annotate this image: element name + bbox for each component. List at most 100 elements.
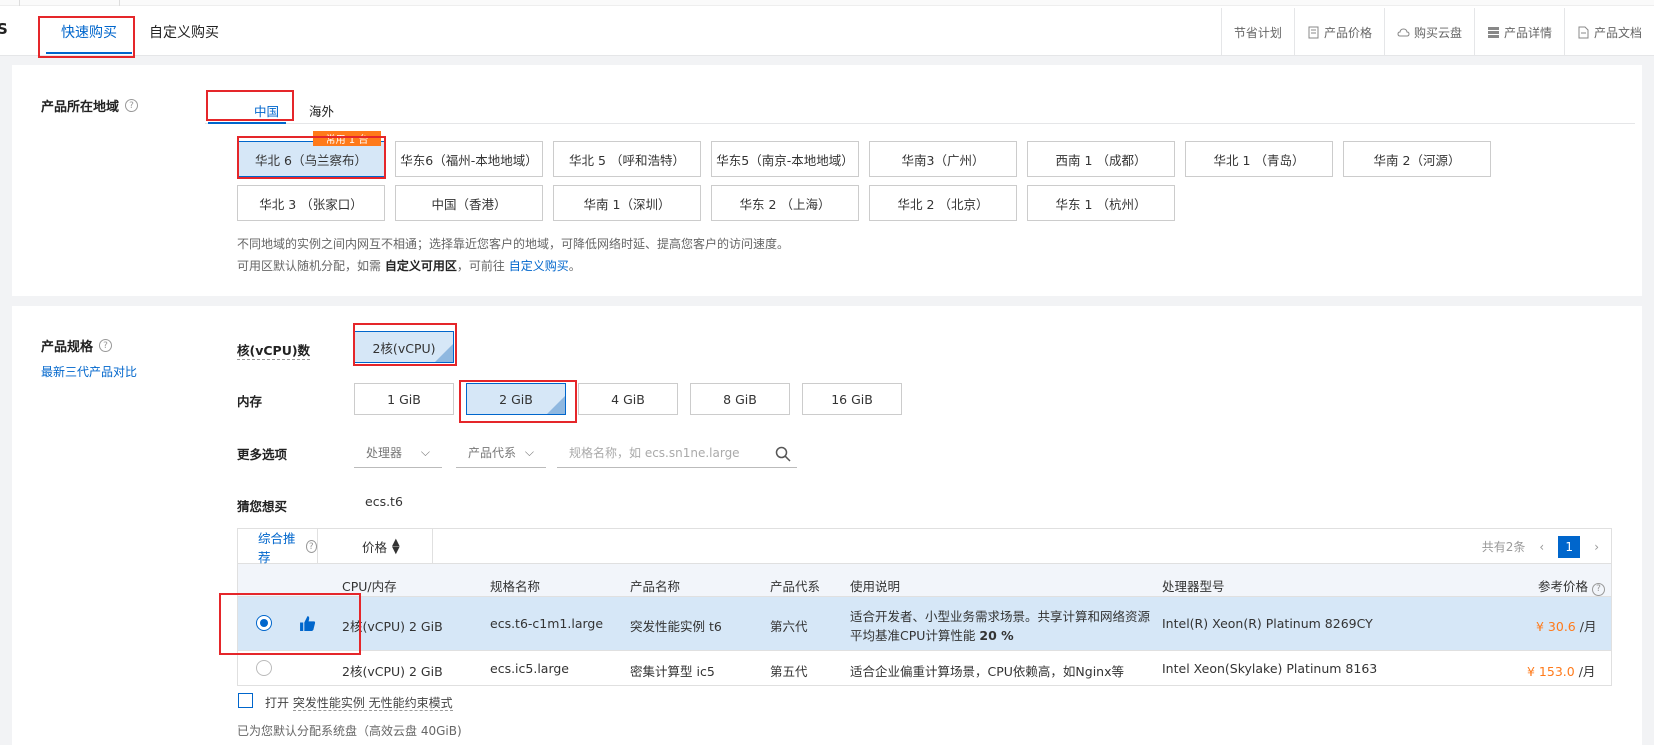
col-header: 产品代系 [770, 579, 821, 594]
guess-value[interactable]: ecs.t6 [365, 494, 403, 509]
cpu-label: 核(vCPU)数 [237, 340, 311, 360]
region-option[interactable]: 华北 1 （青岛） [1185, 141, 1333, 177]
region-tab-line [205, 123, 1635, 124]
total-count: 共有2条 [1481, 540, 1526, 554]
col-header: 使用说明 [850, 579, 901, 594]
cell-desc-line2: 平均基准CPU计算性能 20 % [850, 625, 1014, 644]
region-option[interactable]: 华北 6（乌兰察布） [237, 141, 385, 177]
col-header-price: 参考价格 ? [1538, 576, 1605, 596]
cell-desc: 适合企业偏重计算场景，CPU依赖高，如Nginx等 [850, 664, 1124, 679]
cell-spec: ecs.ic5.large [490, 661, 569, 676]
search-placeholder: 规格名称，如 ecs.sn1ne.large [569, 446, 740, 460]
check-corner-icon [547, 396, 565, 414]
link-savings-plan[interactable]: 节省计划 [1220, 8, 1294, 56]
search-icon[interactable] [775, 446, 791, 462]
top-strip [0, 0, 1654, 6]
doc-icon [1578, 26, 1589, 38]
note-text: 。 [568, 259, 581, 273]
memory-label: 内存 [237, 394, 263, 409]
col-header: 产品名称 [630, 579, 681, 594]
prev-page-icon[interactable]: ‹ [1539, 540, 1544, 554]
region-tab-china[interactable]: 中国 [254, 101, 279, 120]
region-option[interactable]: 中国（香港） [395, 185, 543, 221]
tab-price-sort[interactable]: 价格 ▲ ▼ [318, 529, 433, 564]
region-option[interactable]: 华东6（福州-本地地域） [395, 141, 543, 177]
active-tab-indicator [46, 52, 132, 54]
spec-label: 产品规格? [41, 336, 113, 355]
region-tab-overseas[interactable]: 海外 [309, 101, 334, 120]
next-page-icon[interactable]: › [1594, 540, 1599, 554]
custom-buy-link[interactable]: 自定义购买 [509, 259, 569, 273]
spec-search-input[interactable]: 规格名称，如 ecs.sn1ne.large [557, 438, 797, 468]
link-product-detail[interactable]: 产品详情 [1473, 8, 1564, 56]
price-doc-icon [1308, 26, 1319, 38]
link-buy-disk[interactable]: 购买云盘 [1383, 8, 1474, 56]
note-bold: 自定义可用区 [384, 259, 457, 273]
more-options-label: 更多选项 [237, 447, 288, 462]
processor-dropdown[interactable]: 处理器 ⌵ [354, 438, 442, 468]
row-radio[interactable] [256, 615, 272, 631]
region-tab-indicator [208, 122, 286, 124]
region-note-1: 不同地域的实例之间内网互不相通；选择靠近您客户的地域，可降低网络时延、提高您客户… [237, 237, 790, 251]
guess-label: 猜您想买 [237, 499, 288, 514]
memory-option[interactable]: 1 GiB [354, 383, 454, 415]
cloud-icon [1397, 27, 1410, 36]
dropdown-label: 产品代系 [468, 446, 517, 460]
thumbs-up-icon [300, 616, 316, 631]
note-text: ，可前往 [456, 259, 505, 273]
memory-option[interactable]: 2 GiB [466, 383, 566, 415]
sort-icon: ▲ ▼ [392, 536, 400, 556]
region-option[interactable]: 华北 3 （张家口） [237, 185, 385, 221]
dropdown-label: 处理器 [366, 446, 403, 460]
detail-icon [1487, 26, 1499, 38]
help-icon[interactable]: ? [125, 99, 139, 112]
cell-gen: 第五代 [770, 664, 808, 679]
top-bar: S 快速购买 自定义购买 节省计划 产品价格 购买云盘 产品详情 产品文档 [0, 0, 1654, 56]
spec-label-text: 产品规格 [41, 340, 94, 355]
burst-mode-checkbox[interactable] [238, 693, 253, 708]
help-icon[interactable]: ? [305, 540, 317, 553]
region-option[interactable]: 华南3（广州） [869, 141, 1017, 177]
help-icon[interactable]: ? [99, 339, 113, 352]
link-product-price[interactable]: 产品价格 [1293, 8, 1384, 56]
memory-option[interactable]: 4 GiB [578, 383, 678, 415]
memory-option[interactable]: 8 GiB [690, 383, 790, 415]
help-icon[interactable]: ? [1592, 582, 1605, 596]
tab-recommend[interactable]: 综合推荐? [238, 529, 318, 565]
burst-mode-label: 打开 突发性能实例 无性能约束模式 [265, 694, 453, 711]
col-header: CPU/内存 [342, 579, 397, 594]
common-badge: 常用 1 台 [313, 131, 381, 146]
col-header: 规格名称 [490, 579, 541, 594]
region-option[interactable]: 华东 1 （杭州） [1027, 185, 1175, 221]
tab-custom-buy[interactable]: 自定义购买 [149, 22, 219, 42]
logo-char: S [0, 20, 8, 38]
link-product-doc[interactable]: 产品文档 [1563, 8, 1654, 56]
price-value: ¥ 30.6 [1536, 619, 1576, 634]
tab-quick-buy[interactable]: 快速购买 [61, 22, 117, 42]
region-option[interactable]: 华北 2 （北京） [869, 185, 1017, 221]
table-row[interactable]: 2核(vCPU) 2 GiB ecs.t6-c1m1.large 突发性能实例 … [238, 596, 1611, 650]
region-option[interactable]: 华东 2 （上海） [711, 185, 859, 221]
cpu-option[interactable]: 2核(vCPU) [354, 331, 454, 363]
table-header [238, 564, 1611, 596]
row-radio[interactable] [256, 660, 272, 676]
burst-mode-link[interactable]: 突发性能实例 无性能约束模式 [292, 696, 453, 711]
table-tabs: 综合推荐? 价格 ▲ ▼ 共有2条 ‹ 1 › [238, 529, 1611, 565]
compare-link[interactable]: 最新三代产品对比 [41, 363, 137, 380]
region-option[interactable]: 华南 2（河源） [1343, 141, 1491, 177]
col-header: 处理器型号 [1162, 579, 1225, 594]
region-option[interactable]: 华南 1（深圳） [553, 185, 701, 221]
cell-cpu-model: Intel Xeon(Skylake) Platinum 8163 [1162, 661, 1378, 676]
memory-option[interactable]: 16 GiB [802, 383, 902, 415]
region-option[interactable]: 华北 5 （呼和浩特） [553, 141, 701, 177]
cell-product: 密集计算型 ic5 [630, 664, 715, 679]
region-option[interactable]: 西南 1 （成都） [1027, 141, 1175, 177]
tab-label: 综合推荐 [258, 530, 296, 565]
cell-gen: 第六代 [770, 619, 808, 634]
cell-product: 突发性能实例 t6 [630, 619, 722, 634]
generation-dropdown[interactable]: 产品代系 ⌵ [456, 438, 546, 468]
cell-price: ¥ 30.6 /月 [1536, 616, 1596, 635]
page-number[interactable]: 1 [1558, 535, 1581, 558]
region-option[interactable]: 华东5（南京-本地地域） [711, 141, 859, 177]
table-row[interactable]: 2核(vCPU) 2 GiB ecs.ic5.large 密集计算型 ic5 第… [238, 650, 1611, 686]
